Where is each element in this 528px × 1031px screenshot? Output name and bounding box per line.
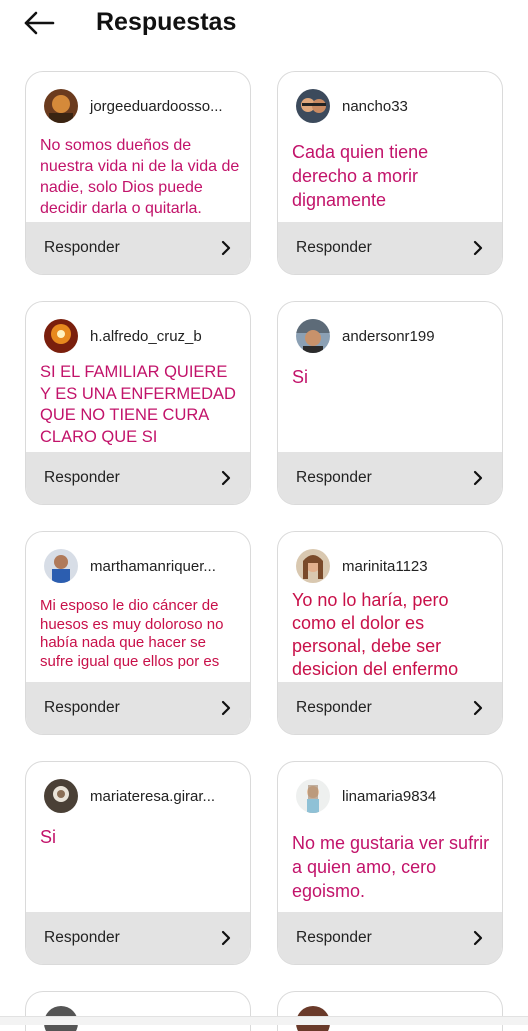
avatar[interactable]	[44, 549, 78, 583]
chevron-right-icon	[221, 700, 231, 716]
response-text: Si	[292, 367, 309, 387]
user-row[interactable]: jorgeeduardoosso...	[44, 88, 223, 124]
reply-button[interactable]: Responder	[278, 452, 502, 504]
reply-button[interactable]: Responder	[278, 682, 502, 734]
chevron-right-icon	[473, 930, 483, 946]
response-text: Yo no lo haría, pero como el dolor es pe…	[292, 590, 459, 679]
chevron-right-icon	[221, 240, 231, 256]
username[interactable]: nancho33	[342, 98, 408, 115]
response-text: Si	[40, 827, 57, 847]
response-card: marinita1123 Yo no lo haría, pero como e…	[277, 531, 503, 735]
reply-button[interactable]: Responder	[26, 452, 250, 504]
response-card-partial[interactable]	[277, 991, 503, 1031]
reply-button[interactable]: Responder	[278, 222, 502, 274]
chevron-right-icon	[221, 930, 231, 946]
responses-grid: jorgeeduardoosso... No somos dueños de n…	[0, 0, 528, 1031]
avatar[interactable]	[296, 779, 330, 813]
username[interactable]: h.alfredo_cruz_b	[90, 328, 202, 345]
avatar[interactable]	[296, 89, 330, 123]
reply-label: Responder	[296, 699, 372, 716]
response-card-partial[interactable]	[25, 991, 251, 1031]
response-text: Cada quien tiene derecho a morir digname…	[292, 142, 429, 210]
chevron-right-icon	[473, 470, 483, 486]
username[interactable]: jorgeeduardoosso...	[90, 98, 223, 115]
response-card: jorgeeduardoosso... No somos dueños de n…	[25, 71, 251, 275]
user-row[interactable]: marinita1123	[296, 548, 428, 584]
reply-button[interactable]: Responder	[26, 912, 250, 964]
reply-label: Responder	[296, 239, 372, 256]
response-text: No me gustaria ver sufrir a quien amo, c…	[292, 833, 490, 901]
username[interactable]: marthamanriquer...	[90, 558, 216, 575]
reply-label: Responder	[296, 929, 372, 946]
avatar[interactable]	[296, 549, 330, 583]
avatar[interactable]	[44, 89, 78, 123]
response-text: No somos dueños de nuestra vida ni de la…	[40, 137, 240, 217]
response-card: marthamanriquer... Mi esposo le dio cánc…	[25, 531, 251, 735]
reply-label: Responder	[44, 929, 120, 946]
user-row[interactable]: linamaria9834	[296, 778, 436, 814]
response-card: nancho33 Cada quien tiene derecho a mori…	[277, 71, 503, 275]
reply-button[interactable]: Responder	[26, 222, 250, 274]
chevron-right-icon	[473, 700, 483, 716]
reply-label: Responder	[296, 469, 372, 486]
reply-label: Responder	[44, 699, 120, 716]
avatar[interactable]	[44, 319, 78, 353]
reply-button[interactable]: Responder	[26, 682, 250, 734]
username[interactable]: linamaria9834	[342, 788, 436, 805]
user-row[interactable]: nancho33	[296, 88, 408, 124]
chevron-right-icon	[221, 470, 231, 486]
response-card: linamaria9834 No me gustaria ver sufrir …	[277, 761, 503, 965]
response-card: h.alfredo_cruz_b SI EL FAMILIAR QUIERE Y…	[25, 301, 251, 505]
response-text: SI EL FAMILIAR QUIERE Y ES UNA ENFERMEDA…	[40, 363, 236, 446]
response-text: Mi esposo le dio cáncer de huesos es muy…	[40, 597, 224, 670]
response-card: andersonr199 Si Responder	[277, 301, 503, 505]
user-row[interactable]: h.alfredo_cruz_b	[44, 318, 202, 354]
user-row[interactable]: marthamanriquer...	[44, 548, 216, 584]
reply-label: Responder	[44, 469, 120, 486]
username[interactable]: marinita1123	[342, 558, 428, 575]
reply-label: Responder	[44, 239, 120, 256]
chevron-right-icon	[473, 240, 483, 256]
reply-button[interactable]: Responder	[278, 912, 502, 964]
response-card: mariateresa.girar... Si Responder	[25, 761, 251, 965]
